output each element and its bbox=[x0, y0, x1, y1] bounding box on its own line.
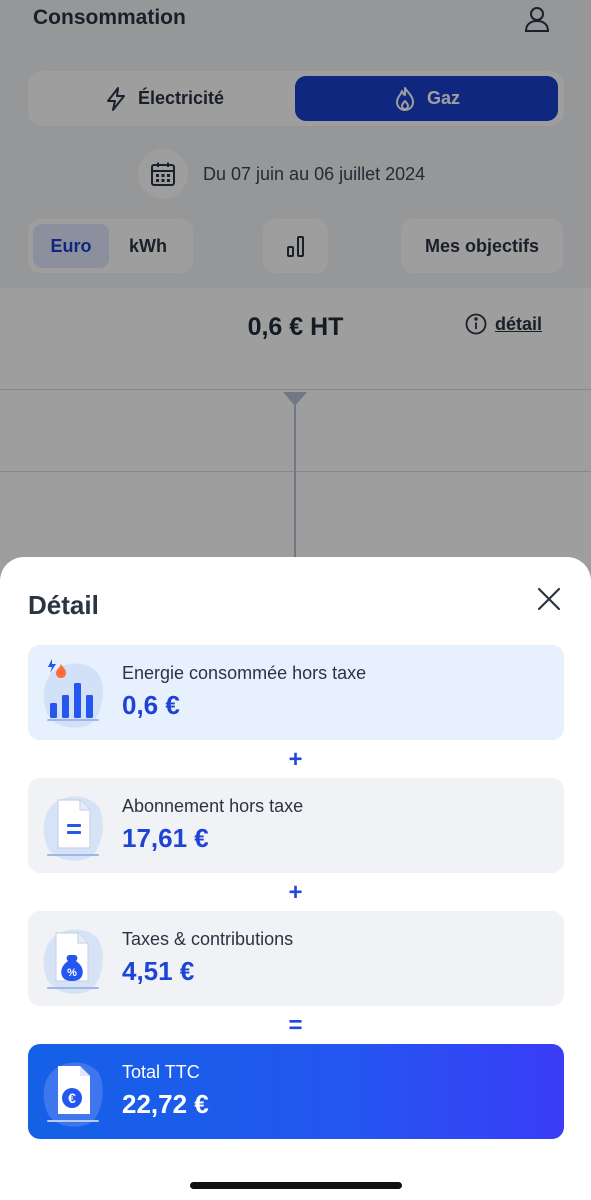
total-label: Total TTC bbox=[122, 1062, 200, 1082]
detail-bottom-sheet: Détail Energie consommée hors taxe 0,6 €… bbox=[0, 557, 591, 1200]
equals-operator: = bbox=[288, 1012, 303, 1039]
subscription-label: Abonnement hors taxe bbox=[122, 796, 304, 816]
subscription-value: 17,61 € bbox=[122, 823, 209, 853]
taxes-card: % Taxes & contributions 4,51 € bbox=[28, 911, 564, 1006]
energy-cost-value: 0,6 € bbox=[122, 690, 180, 720]
taxes-label: Taxes & contributions bbox=[122, 929, 294, 949]
energy-cost-label: Energie consommée hors taxe bbox=[122, 663, 367, 683]
document-percent-icon: % bbox=[43, 929, 103, 994]
close-icon[interactable] bbox=[535, 585, 563, 613]
energy-cost-card: Energie consommée hors taxe 0,6 € bbox=[28, 645, 564, 740]
taxes-value: 4,51 € bbox=[122, 956, 195, 986]
home-indicator[interactable] bbox=[190, 1182, 402, 1189]
total-value: 22,72 € bbox=[122, 1089, 209, 1119]
plus-operator: + bbox=[288, 879, 303, 906]
document-euro-icon: € bbox=[43, 1062, 103, 1127]
subscription-card: Abonnement hors taxe 17,61 € bbox=[28, 778, 564, 873]
svg-text:%: % bbox=[67, 967, 77, 979]
document-equals-icon bbox=[43, 796, 103, 861]
svg-text:€: € bbox=[68, 1090, 76, 1106]
plus-operator: + bbox=[288, 746, 303, 773]
total-card: € Total TTC 22,72 € bbox=[28, 1044, 564, 1139]
energy-usage-icon bbox=[43, 659, 103, 728]
sheet-title: Détail bbox=[28, 590, 99, 620]
